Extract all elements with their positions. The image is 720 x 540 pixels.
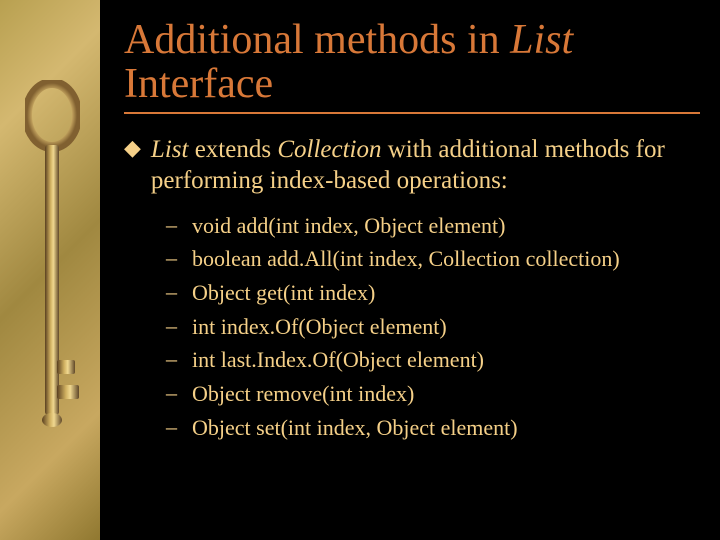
title-underline (124, 112, 700, 114)
dash-icon: – (166, 379, 192, 408)
title-text-italic: List (510, 17, 573, 63)
dash-icon: – (166, 211, 192, 240)
title-text-2: Interface (124, 61, 273, 107)
bullet-seg1: List (151, 136, 189, 163)
slide-title: Additional methods in List Interface (124, 18, 700, 106)
list-item: – int last.Index.Of(Object element) (166, 345, 700, 375)
list-item: – Object set(int index, Object element) (166, 413, 700, 443)
sub-text: Object set(int index, Object element) (192, 413, 518, 443)
dash-icon: – (166, 312, 192, 341)
sub-list: – void add(int index, Object element) – … (166, 211, 700, 443)
main-bullet: ◆ List extends Collection with additiona… (124, 134, 700, 197)
dash-icon: – (166, 278, 192, 307)
dash-icon: – (166, 244, 192, 273)
dash-icon: – (166, 413, 192, 442)
sub-text: void add(int index, Object element) (192, 211, 505, 241)
sub-text: int last.Index.Of(Object element) (192, 345, 484, 375)
bullet-icon: ◆ (124, 134, 141, 163)
sidebar-decoration (0, 0, 100, 540)
list-item: – boolean add.All(int index, Collection … (166, 244, 700, 274)
sub-text: int index.Of(Object element) (192, 312, 447, 342)
slide-body: ◆ List extends Collection with additiona… (124, 134, 700, 442)
sub-text: boolean add.All(int index, Collection co… (192, 244, 620, 274)
sub-text: Object remove(int index) (192, 379, 414, 409)
bullet-seg3: Collection (277, 136, 381, 163)
title-text-1: Additional methods in (124, 17, 510, 63)
list-item: – void add(int index, Object element) (166, 211, 700, 241)
slide-content: Additional methods in List Interface ◆ L… (100, 0, 720, 540)
list-item: – Object get(int index) (166, 278, 700, 308)
key-icon (25, 80, 80, 460)
bullet-seg2: extends (188, 136, 277, 163)
sub-text: Object get(int index) (192, 278, 375, 308)
list-item: – Object remove(int index) (166, 379, 700, 409)
list-item: – int index.Of(Object element) (166, 312, 700, 342)
main-bullet-text: List extends Collection with additional … (151, 134, 700, 197)
dash-icon: – (166, 345, 192, 374)
